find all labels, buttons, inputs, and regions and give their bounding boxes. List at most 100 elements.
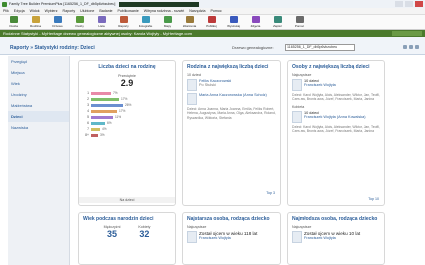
menu-item[interactable]: Wybierz <box>45 9 58 13</box>
toolbar-button[interactable]: Zdjęcia <box>245 16 266 29</box>
sidebar-item[interactable]: Nazwiska <box>8 122 69 133</box>
menu-item[interactable]: Publikowanie <box>118 9 139 13</box>
menu-item[interactable]: Badanie <box>99 9 112 13</box>
menu-item[interactable]: Plik <box>3 9 9 13</box>
toolbar-label: Wyszukaj <box>227 24 240 28</box>
toolbar-icon <box>53 16 62 23</box>
toolbar-button[interactable]: Rodzina <box>25 16 46 29</box>
menu-item[interactable]: Ulubione <box>80 9 94 13</box>
toolbar-button[interactable]: Mapy <box>157 16 178 29</box>
menu-item[interactable]: Narzędzia <box>189 9 205 13</box>
toolbar-icon <box>31 16 40 23</box>
app-header: Rodzinne Statystyki - MyHeritage drzewo … <box>0 30 425 37</box>
sidebar-item[interactable]: Małżeństwa <box>8 100 69 111</box>
top-3-link[interactable]: Top 3 <box>266 191 275 195</box>
toolbar-button[interactable]: Osoby <box>69 16 90 29</box>
toolbar-icon <box>251 16 260 23</box>
maximize-icon[interactable] <box>405 1 413 7</box>
card-family-most-children: Rodzina z największą liczbą dzieci 10 dz… <box>182 60 281 206</box>
sidebar-item[interactable]: Miejsca <box>8 67 69 78</box>
toolbar-label: Rodzina <box>29 24 41 28</box>
toolbar-label: Drzewo <box>52 24 63 28</box>
person-photo-icon <box>187 79 197 91</box>
card-footer: Na dzieci <box>79 197 175 203</box>
close-icon[interactable] <box>415 1 423 7</box>
person-entry[interactable]: 10 dzieci Franciszek Wojtyła <box>292 79 380 91</box>
father-entry[interactable]: Feliks Kaczorowski Po Stulski <box>187 79 276 91</box>
toolbar-icon <box>207 16 216 23</box>
export-icon[interactable] <box>409 45 413 49</box>
report-sidebar: Przegląd Miejsca Wiek Urodziny Małżeństwa Dzi… <box>8 56 70 265</box>
menu-item[interactable]: Edycja <box>14 9 25 13</box>
toolbar-button[interactable]: Pomoc <box>289 16 310 29</box>
card-children-per-family: Liczba dzieci na rodzinę Przeciętnie 2.9… <box>78 60 176 206</box>
subheader-icons <box>403 45 419 49</box>
sidebar-item[interactable]: Przegląd <box>8 56 69 67</box>
menu-item[interactable]: Raporty <box>63 9 76 13</box>
section-label: Najczęstsze <box>292 73 312 77</box>
help-icon[interactable] <box>415 45 419 49</box>
report-title: Statystyki rodziny: Dzieci <box>34 45 95 51</box>
sidebar-item[interactable]: Dzieci <box>8 111 69 122</box>
person-photo-icon <box>292 79 302 91</box>
print-icon[interactable] <box>403 45 407 49</box>
toolbar-button[interactable]: Fotografie <box>135 16 156 29</box>
sidebar-item[interactable]: Wiek <box>8 78 69 89</box>
avg-value: 2.9 <box>120 78 134 88</box>
app-logo-icon <box>2 1 7 7</box>
toolbar-button[interactable]: Zdarzenia <box>179 16 200 29</box>
toolbar-icon <box>163 16 172 23</box>
toolbar-icon <box>97 16 106 23</box>
mother-entry[interactable]: Maria Anna Kaczorowska (Anna Scholz) <box>187 93 276 105</box>
title-bar-decoration <box>119 1 200 7</box>
toolbar-icon <box>273 16 282 23</box>
children-list: Dzieci: Karol Wojtyła, Alois, Aleksander… <box>292 93 380 102</box>
person-name[interactable]: Franciszek Wojtyła <box>199 236 257 240</box>
sidebar-item[interactable]: Urodziny <box>8 89 69 100</box>
person-entry[interactable]: Został ojcem w wieku 118 lat Franciszek … <box>187 231 276 243</box>
children-label: Dzieci: <box>187 107 198 111</box>
menu-item[interactable]: Witryna rodzinna - rozwiń <box>144 9 185 13</box>
person-name[interactable]: Franciszek Wojtyła <box>304 236 360 240</box>
bar-percent: 6% <box>107 121 112 125</box>
toolbar-button[interactable]: Wyszukaj <box>223 16 244 29</box>
mother-name[interactable]: Maria Anna Kaczorowska (Anna Scholz) <box>199 93 267 105</box>
toolbar-button[interactable]: Drzewo <box>47 16 68 29</box>
bar <box>91 133 98 137</box>
page-title: Raporty » Statystyki rodziny: Dzieci <box>10 45 95 51</box>
person-entry[interactable]: 10 dzieci Franciszek Wojtyła (Anna Kowal… <box>292 110 380 123</box>
toolbar-button[interactable]: Lista <box>91 16 112 29</box>
bar-percent: 7% <box>113 91 118 95</box>
toolbar-button[interactable]: Zapisz <box>267 16 288 29</box>
window-controls <box>395 1 423 7</box>
breadcrumb-raporty[interactable]: Raporty <box>10 45 29 51</box>
bar-key: 2 <box>87 97 89 101</box>
menu-item[interactable]: Pomoc <box>210 9 221 13</box>
card-oldest-parent: Najstarsza osoba, rodząca dziecko Najczę… <box>182 212 281 265</box>
bar <box>91 127 100 131</box>
bar <box>91 115 113 119</box>
section-label: Najczęstsze <box>187 225 207 229</box>
toolbar-icon <box>119 16 128 23</box>
card-person-most-children: Osoby z największą liczbą dzieci Najczęs… <box>287 60 385 206</box>
minimize-icon[interactable] <box>395 1 403 7</box>
bar-percent: 17% <box>121 97 128 101</box>
menu-bar: Plik Edycja Widok Wybierz Raporty Ulubione Bad… <box>0 8 425 15</box>
top-10-link[interactable]: Top 10 <box>368 197 379 201</box>
bar-percent: 3% <box>100 133 105 137</box>
children-distribution-bars: 1 7% 2 17% 3 26% 4 17% 5 11% 6 6% 7 4% 8+ 3% <box>83 90 171 138</box>
person-entry[interactable]: Został ojcem w wieku 10 lat Franciszek W… <box>292 231 380 243</box>
toolbar-button[interactable]: Publikuj <box>201 16 222 29</box>
toolbar-button[interactable]: Raporty <box>113 16 134 29</box>
toolbar-label: Zdjęcia <box>250 24 261 28</box>
person-name[interactable]: Franciszek Wojtyła <box>304 83 336 87</box>
toolbar-button[interactable]: Osoba <box>3 16 24 29</box>
menu-item[interactable]: Widok <box>30 9 40 13</box>
toolbar-label: Osoba <box>9 24 18 28</box>
tree-filter-label: Drzewo genealogiczne: <box>232 45 274 50</box>
bar-key: 8+ <box>85 133 89 137</box>
tree-filter-select[interactable]: 1165256_1_DF_db5p6vbzubeu <box>285 44 355 51</box>
bar-percent: 4% <box>102 127 107 131</box>
person-name[interactable]: Franciszek Wojtyła (Anna Kowalska) <box>304 115 366 119</box>
mother-label: Po Stulski <box>199 83 216 87</box>
